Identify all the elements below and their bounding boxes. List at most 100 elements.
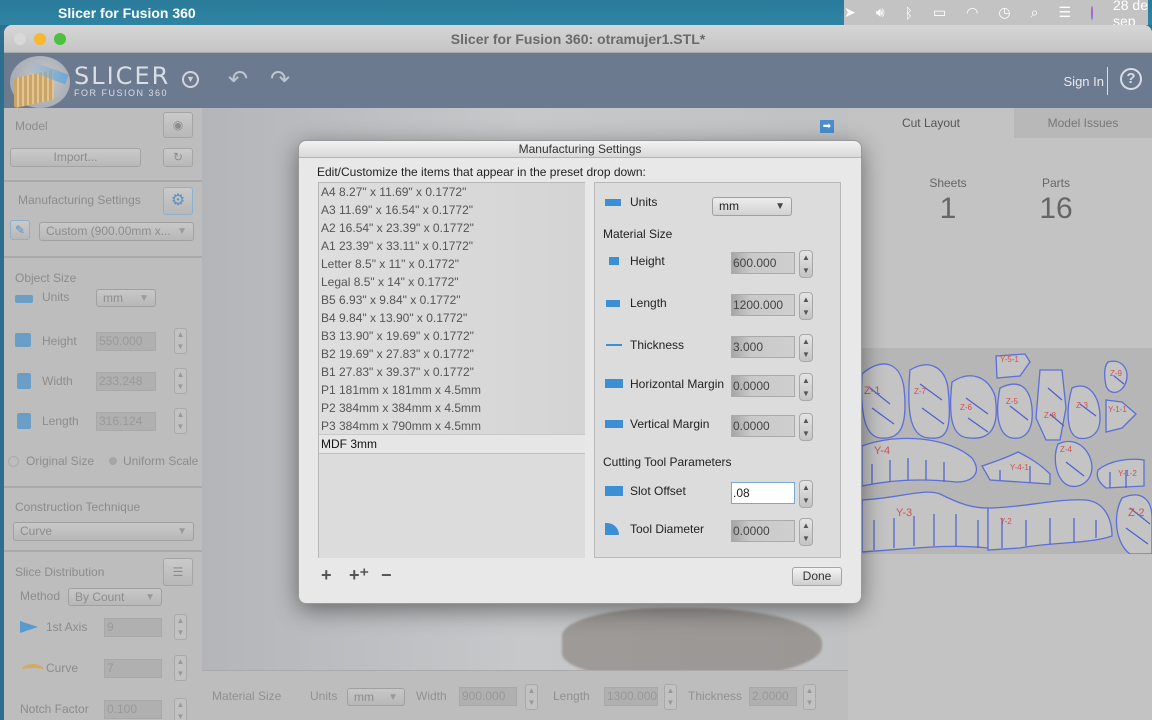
spotlight-search-icon[interactable]: ⌕	[1031, 4, 1039, 21]
volume-icon[interactable]: 🔊︎	[876, 4, 885, 21]
width-input[interactable]: 233.248	[96, 372, 156, 391]
slot-offset-input[interactable]: .08	[731, 482, 795, 504]
method-select[interactable]: By Count ▼	[68, 588, 162, 606]
dialog-height-input[interactable]: 600.000	[731, 252, 795, 274]
visibility-eye-button[interactable]: ◉	[163, 112, 193, 138]
edit-preset-button[interactable]: ✎	[10, 220, 30, 240]
preset-list-item[interactable]: A3 11.69" x 16.54" x 0.1772"	[319, 201, 585, 219]
done-button[interactable]: Done	[792, 567, 842, 586]
preset-list-item[interactable]: B5 6.93" x 9.84" x 0.1772"	[319, 291, 585, 309]
slice-list-button[interactable]: ☰	[163, 558, 193, 586]
dialog-units-select[interactable]: mm ▼	[712, 197, 792, 216]
curve-input[interactable]: 7	[104, 659, 162, 678]
dialog-height-stepper[interactable]: ▲ ▼	[799, 250, 813, 278]
tool-diameter-input[interactable]: 0.0000	[731, 520, 795, 542]
width-stepper[interactable]: ▲ ▼	[174, 368, 187, 394]
cut-layout-sheet[interactable]: Z-1 Z-7 Z-6 Y-5-1 Z-5 Z-8 Z-3 Z-9 Y-1-1 Y-4 Y-4-1 Z…	[860, 348, 1152, 555]
bottom-thickness-stepper[interactable]: ▲ ▼	[803, 684, 816, 710]
time-machine-icon[interactable]: ◷	[998, 4, 1010, 21]
construction-section: Construction Technique Curve ▼	[4, 488, 202, 552]
horizontal-margin-label: Horizontal Margin	[630, 377, 725, 391]
tool-diameter-stepper[interactable]: ▲ ▼	[799, 518, 813, 546]
left-panel: Model ◉ Import... ↻ Manufacturing Settin…	[4, 108, 202, 720]
original-size-radio[interactable]	[8, 456, 19, 467]
horizontal-margin-stepper[interactable]: ▲ ▼	[799, 373, 813, 401]
location-icon[interactable]: ➤	[844, 4, 856, 21]
preset-list-item[interactable]: P1 181mm x 181mm x 4.5mm	[319, 381, 585, 399]
dialog-length-input[interactable]: 1200.000	[731, 294, 795, 316]
dialog-thickness-input[interactable]: 3.000	[731, 336, 795, 358]
redo-icon[interactable]: ↷	[270, 65, 290, 94]
import-button[interactable]: Import...	[10, 148, 141, 167]
app-menu[interactable]: Slicer for Fusion 360	[58, 5, 196, 21]
preset-select[interactable]: Custom (900.00mm x... ▼	[39, 222, 194, 241]
tab-model-issues[interactable]: Model Issues	[1014, 108, 1152, 138]
length-stepper[interactable]: ▲ ▼	[174, 408, 187, 434]
duplicate-preset-button[interactable]: +⁺	[349, 565, 369, 586]
bottom-units-select[interactable]: mm ▼	[347, 688, 405, 706]
bluetooth-icon[interactable]: ᛒ	[905, 5, 913, 21]
bottom-width-stepper[interactable]: ▲ ▼	[525, 684, 538, 710]
battery-icon[interactable]: ▭	[933, 4, 946, 21]
length-input[interactable]: 316.124	[96, 412, 156, 431]
vertical-margin-stepper[interactable]: ▲ ▼	[799, 413, 813, 441]
preset-list-item[interactable]: B4 9.84" x 13.90" x 0.1772"	[319, 309, 585, 327]
length-label: Length	[42, 414, 79, 428]
part-shape	[1035, 369, 1067, 441]
preset-list-item[interactable]: A1 23.39" x 33.11" x 0.1772"	[319, 237, 585, 255]
expand-panel-arrow-icon[interactable]: ➡	[820, 120, 834, 133]
part-label: Y-2	[1000, 517, 1012, 526]
dialog-length-stepper[interactable]: ▲ ▼	[799, 292, 813, 320]
preset-list-item[interactable]: B3 13.90" x 19.69" x 0.1772"	[319, 327, 585, 345]
preset-list-item[interactable]: Letter 8.5" x 11" x 0.1772"	[319, 255, 585, 273]
preset-list-item[interactable]: P3 384mm x 790mm x 4.5mm	[319, 417, 585, 435]
dialog-thickness-stepper[interactable]: ▲ ▼	[799, 334, 813, 362]
manufacturing-settings-button[interactable]: ⚙	[163, 187, 193, 215]
horizontal-margin-input[interactable]: 0.0000	[731, 375, 795, 397]
uniform-scale-radio[interactable]	[109, 457, 117, 465]
curve-stepper[interactable]: ▲ ▼	[174, 655, 187, 681]
first-axis-stepper[interactable]: ▲ ▼	[174, 614, 187, 640]
remove-preset-button[interactable]: −	[381, 565, 392, 586]
siri-icon[interactable]	[1091, 5, 1093, 20]
bottom-thickness-input[interactable]: 2.0000	[749, 687, 797, 706]
length-cube-icon	[17, 413, 31, 429]
help-icon[interactable]: ?	[1120, 68, 1142, 90]
bottom-length-input[interactable]: 1300.000	[604, 687, 658, 706]
preset-list[interactable]: A4 8.27" x 11.69" x 0.1772" A3 11.69" x 1…	[318, 182, 585, 558]
preset-list-item[interactable]: A4 8.27" x 11.69" x 0.1772"	[319, 183, 585, 201]
preset-list-item[interactable]: Legal 8.5" x 14" x 0.1772"	[319, 273, 585, 291]
wifi-icon[interactable]: ◠	[966, 4, 978, 21]
refresh-button[interactable]: ↻	[163, 148, 193, 167]
tab-cut-layout[interactable]: Cut Layout	[848, 108, 1014, 138]
control-center-icon[interactable]: ☰	[1058, 4, 1071, 21]
notch-factor-stepper[interactable]: ▲ ▼	[174, 698, 187, 720]
construction-select[interactable]: Curve ▼	[13, 522, 194, 541]
height-input[interactable]: 550.000	[96, 332, 156, 351]
undo-icon[interactable]: ↶	[228, 65, 248, 94]
dialog-thickness-label: Thickness	[630, 338, 685, 352]
notch-factor-input[interactable]: 0.100	[104, 700, 162, 719]
bottom-length-stepper[interactable]: ▲ ▼	[664, 684, 677, 710]
slicer-logo-icon	[10, 56, 70, 109]
slot-offset-stepper[interactable]: ▲ ▼	[799, 480, 813, 508]
part-shape	[997, 383, 1033, 439]
part-shape	[1067, 385, 1101, 440]
sign-in-link[interactable]: Sign In	[1064, 74, 1104, 89]
first-axis-input[interactable]: 9	[104, 618, 162, 637]
refresh-icon: ↻	[172, 150, 184, 164]
3d-model-preview[interactable]	[562, 608, 822, 678]
menu-dropdown-icon[interactable]: ▼	[182, 71, 199, 88]
preset-list-item[interactable]: B2 19.69" x 27.83" x 0.1772"	[319, 345, 585, 363]
vertical-margin-input[interactable]: 0.0000	[731, 415, 795, 437]
preset-list-item[interactable]: P2 384mm x 384mm x 4.5mm	[319, 399, 585, 417]
preset-list-item[interactable]: A2 16.54" x 23.39" x 0.1772"	[319, 219, 585, 237]
part-label: Z-7	[914, 387, 927, 396]
preset-list-item[interactable]: B1 27.83" x 39.37" x 0.1772"	[319, 363, 585, 381]
part-shape	[908, 364, 951, 439]
units-select[interactable]: mm ▼	[96, 289, 156, 307]
height-stepper[interactable]: ▲ ▼	[174, 328, 187, 354]
selected-preset-item[interactable]: MDF 3mm	[319, 435, 585, 453]
add-preset-button[interactable]: +	[321, 565, 332, 586]
bottom-width-input[interactable]: 900.000	[459, 687, 517, 706]
